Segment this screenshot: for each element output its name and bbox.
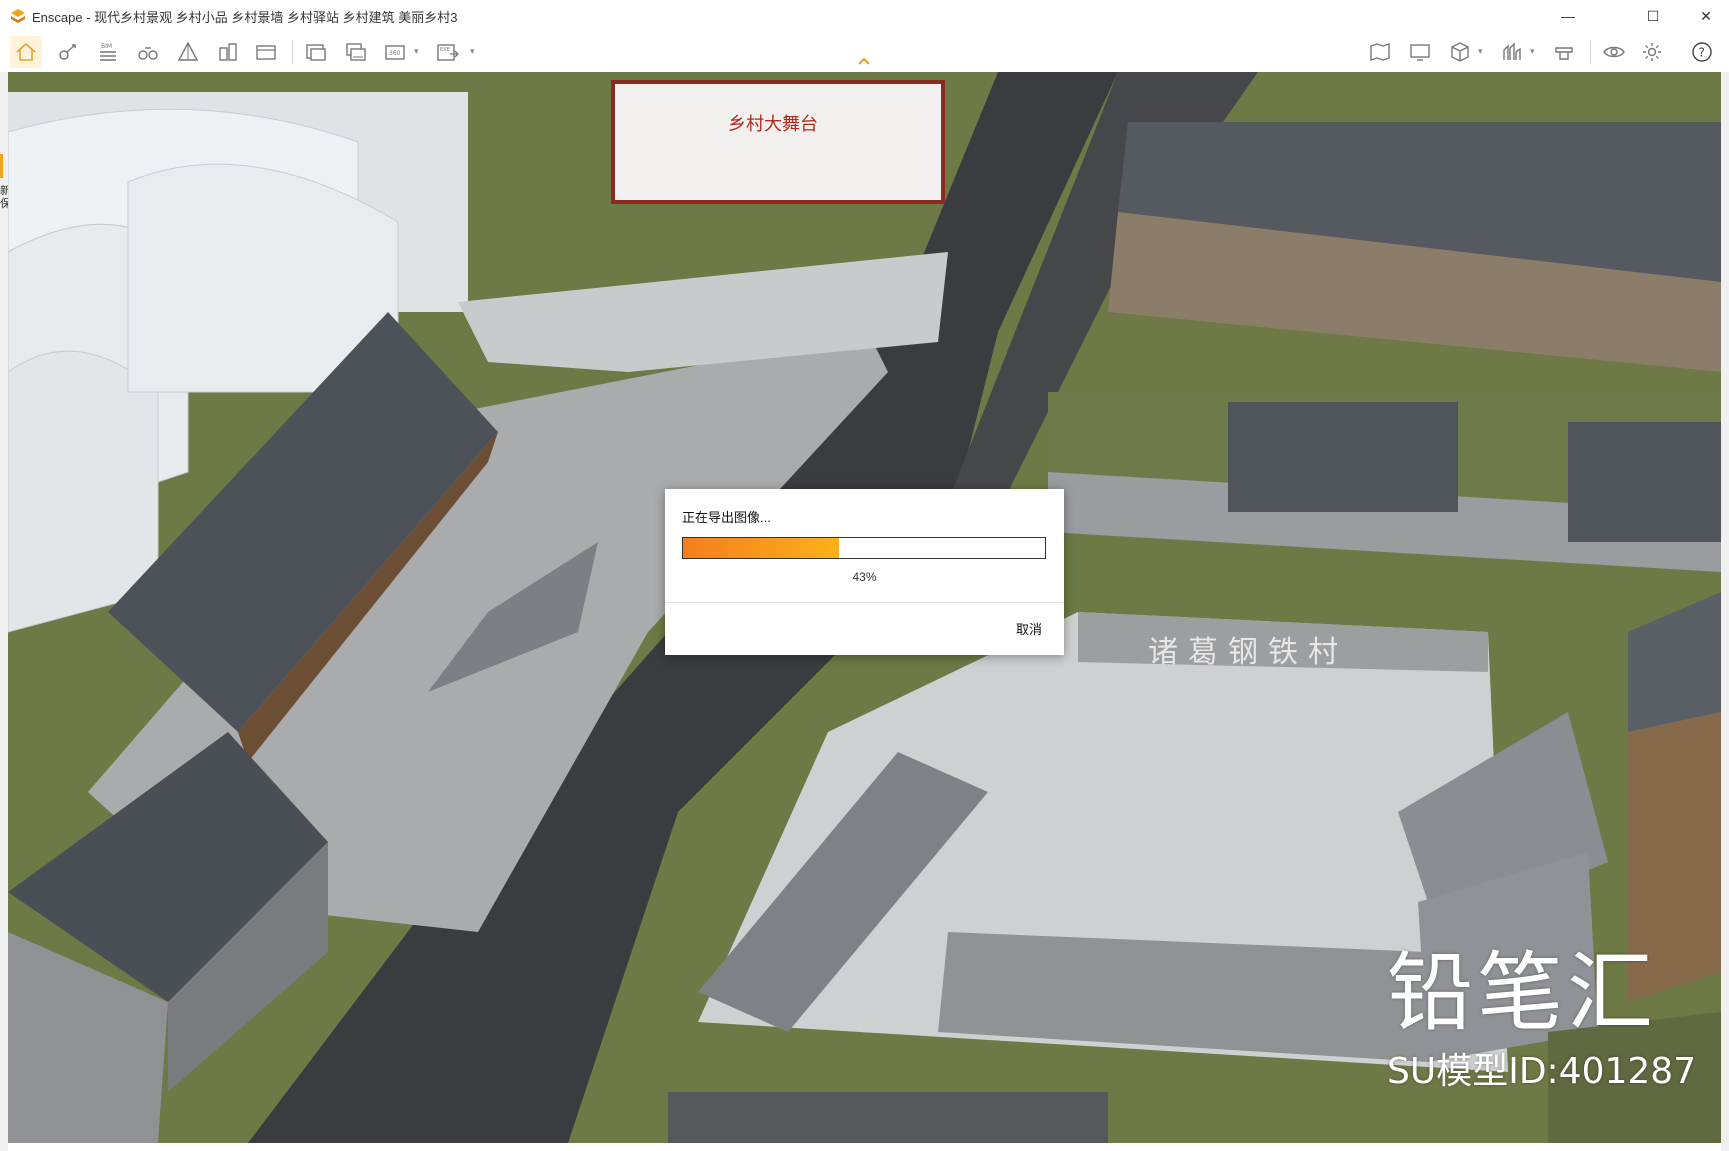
bim-icon: BIM	[100, 43, 116, 61]
window-title: Enscape - 现代乡村景观 乡村小品 乡村景墙 乡村驿站 乡村建筑 美丽乡…	[32, 9, 458, 25]
monitor-icon	[1410, 44, 1430, 61]
visual-settings-icon	[1603, 46, 1625, 58]
stage-sign-text: 乡村大舞台	[728, 114, 818, 135]
asset-dropdown-caret[interactable]: ▾	[1478, 46, 1486, 58]
toolbar-separator	[1590, 40, 1591, 64]
export-progress-percent: 43%	[852, 570, 877, 584]
screenshot-icon	[306, 44, 326, 61]
material-editor-icon	[1555, 47, 1573, 60]
exe-label: EXE	[440, 47, 450, 53]
dialog-divider	[665, 602, 1064, 603]
atmosphere-button[interactable]	[1496, 36, 1528, 68]
village-wall-text: 诸葛钢铁村	[1148, 635, 1348, 670]
collapse-toolbar-chevron-icon[interactable]	[856, 54, 872, 68]
perspective-icon	[177, 41, 199, 61]
atmosphere-dropdown-caret[interactable]: ▾	[1530, 46, 1538, 58]
edge-accent	[0, 154, 3, 178]
right-window-edge	[1721, 72, 1729, 1151]
bim-button[interactable]: BIM	[92, 36, 124, 68]
view-tools-icon	[59, 44, 76, 60]
sync-views-icon	[256, 45, 276, 60]
monitor-button[interactable]	[1404, 36, 1436, 68]
left-window-edge	[0, 72, 8, 1151]
help-label: ?	[1699, 46, 1705, 60]
visual-settings-button[interactable]	[1598, 36, 1630, 68]
bottom-roof	[668, 1092, 1108, 1143]
watermark-model-id: SU模型ID:401287	[1387, 1051, 1697, 1092]
settings-gear-icon	[1643, 43, 1661, 61]
export-progress-fill	[683, 538, 839, 558]
panorama-360-icon: 360	[385, 45, 405, 60]
close-icon: ✕	[1700, 7, 1712, 24]
settings-button[interactable]	[1636, 36, 1668, 68]
maximize-icon: ☐	[1646, 7, 1660, 24]
home-icon	[16, 42, 36, 61]
binoculars-button[interactable]	[132, 36, 164, 68]
minimize-icon: —	[1561, 8, 1575, 24]
help-button[interactable]: ?	[1686, 36, 1718, 68]
close-button[interactable]: ✕	[1683, 0, 1729, 32]
watermark-brand: 铅笔汇	[1387, 943, 1657, 1043]
enscape-window: Enscape - 现代乡村景观 乡村小品 乡村景墙 乡村驿站 乡村建筑 美丽乡…	[0, 0, 1729, 1151]
bim-label: BIM	[101, 43, 112, 50]
view-tools-button[interactable]	[52, 36, 84, 68]
village-stage-sign: 乡村大舞台	[611, 80, 945, 204]
export-image-dialog: 正在导出图像... 43% 取消	[665, 489, 1064, 655]
export-exe-icon: EXE	[437, 44, 459, 61]
toolbar: BIM 360 ▾ EXE ▾ ▾ ▾ ?	[0, 32, 1729, 73]
buildings-button[interactable]	[212, 36, 244, 68]
batch-render-button[interactable]	[340, 36, 372, 68]
export-dropdown-caret[interactable]: ▾	[470, 46, 478, 58]
title-bar: Enscape - 现代乡村景观 乡村小品 乡村景墙 乡村驿站 乡村建筑 美丽乡…	[0, 0, 1729, 33]
map-view-icon	[1370, 43, 1390, 61]
enscape-logo-icon	[11, 9, 25, 23]
panorama-button[interactable]: 360	[380, 36, 412, 68]
perspective-button[interactable]	[172, 36, 204, 68]
buildings-icon	[219, 43, 237, 61]
sync-views-button[interactable]	[250, 36, 282, 68]
binoculars-icon	[138, 47, 158, 60]
map-view-button[interactable]	[1364, 36, 1396, 68]
cancel-button[interactable]: 取消	[1016, 619, 1042, 638]
maximize-button[interactable]: ☐	[1630, 0, 1676, 32]
screenshot-button[interactable]	[300, 36, 332, 68]
dialog-title: 正在导出图像...	[682, 510, 771, 525]
edge-text: 新 保	[0, 185, 8, 210]
minimize-button[interactable]: —	[1545, 0, 1591, 32]
batch-render-icon	[346, 43, 366, 61]
asset-library-button[interactable]	[1444, 36, 1476, 68]
toolbar-separator	[292, 40, 293, 64]
cube-asset-icon	[1451, 42, 1469, 62]
home-button[interactable]	[10, 36, 42, 68]
export-progress-bar	[682, 537, 1046, 559]
atmosphere-icon	[1503, 42, 1521, 60]
help-icon: ?	[1692, 42, 1712, 62]
pano-label: 360	[389, 50, 401, 57]
export-exe-button[interactable]: EXE	[432, 36, 464, 68]
material-editor-button[interactable]	[1548, 36, 1580, 68]
panorama-dropdown-caret[interactable]: ▾	[414, 46, 422, 58]
